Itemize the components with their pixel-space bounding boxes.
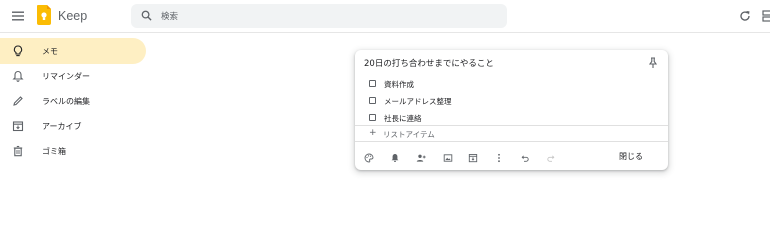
palette-icon[interactable] [364, 153, 374, 163]
sidebar-item-label: リマインダー [42, 72, 90, 81]
add-list-item-row[interactable]: + リストアイテム [355, 125, 668, 142]
redo-icon[interactable] [546, 153, 556, 163]
sidebar-item-label: ラベルの編集 [42, 97, 90, 106]
checkbox[interactable] [369, 80, 376, 87]
top-bar: Keep 検索 [0, 0, 770, 33]
lightbulb-icon [13, 45, 23, 57]
archive-icon[interactable] [468, 153, 478, 163]
note-editor: 20日の打ち合わせまでにやること 資料作成 メールアドレス整理 社長に連絡 + … [355, 50, 668, 170]
search-icon[interactable] [141, 10, 152, 21]
add-list-item-input[interactable]: リストアイテム [383, 129, 435, 140]
checkbox[interactable] [369, 114, 376, 121]
sidebar-item-label: アーカイブ [42, 122, 82, 131]
collaborator-icon[interactable] [416, 153, 426, 163]
undo-icon[interactable] [520, 153, 530, 163]
bell-icon [12, 70, 24, 82]
image-icon[interactable] [443, 153, 453, 163]
pencil-icon [13, 96, 23, 106]
archive-icon [12, 121, 24, 132]
hamburger-menu-icon[interactable] [12, 10, 24, 22]
note-title[interactable]: 20日の打ち合わせまでにやること [364, 57, 494, 69]
sidebar-item-label: ゴミ箱 [42, 147, 66, 156]
app-name: Keep [58, 9, 88, 23]
sidebar-item-trash[interactable]: ゴミ箱 [0, 138, 146, 164]
plus-icon: + [369, 128, 377, 138]
refresh-icon[interactable] [739, 10, 751, 22]
search-bar[interactable]: 検索 [131, 4, 507, 28]
search-input[interactable]: 検索 [161, 10, 178, 22]
checkbox[interactable] [369, 97, 376, 104]
keep-logo-icon[interactable] [37, 5, 51, 25]
list-item-text[interactable]: メールアドレス整理 [384, 96, 452, 107]
more-icon[interactable] [494, 153, 504, 163]
sidebar-item-label: メモ [42, 47, 58, 56]
sidebar-item-reminders[interactable]: リマインダー [0, 63, 146, 89]
close-button[interactable]: 閉じる [619, 151, 643, 162]
list-view-icon[interactable] [762, 10, 770, 22]
sidebar-item-edit-labels[interactable]: ラベルの編集 [0, 88, 146, 114]
reminder-icon[interactable] [390, 153, 400, 163]
sidebar-item-notes[interactable]: メモ [0, 38, 146, 64]
pin-icon[interactable] [648, 57, 658, 69]
list-item-text[interactable]: 資料作成 [384, 79, 414, 90]
trash-icon [13, 145, 23, 157]
list-item-text[interactable]: 社長に連絡 [384, 113, 422, 124]
sidebar-item-archive[interactable]: アーカイブ [0, 113, 146, 139]
